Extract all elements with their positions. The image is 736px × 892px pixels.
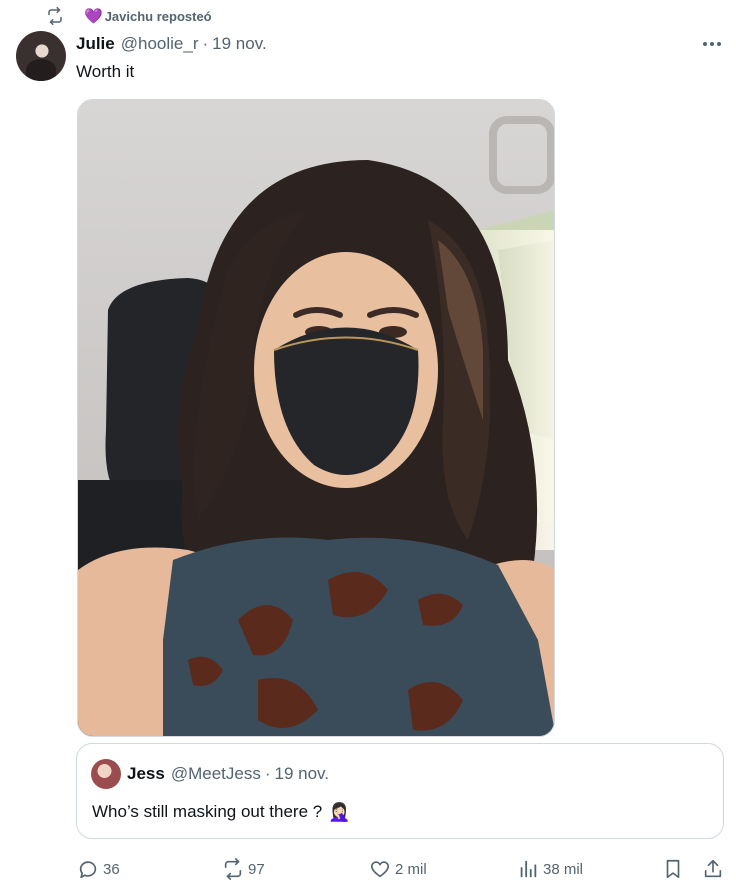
tweet-date[interactable]: 19 nov. — [212, 34, 267, 54]
tweet-text: Worth it — [76, 62, 135, 81]
author-handle[interactable]: @hoolie_r — [121, 34, 199, 54]
repost-count: 97 — [248, 860, 265, 878]
repost-label[interactable]: Javichu reposteó — [105, 9, 212, 24]
repost-action-icon — [222, 858, 244, 880]
avatar[interactable] — [16, 31, 66, 81]
header-separator: · — [202, 34, 209, 53]
quote-separator: · — [264, 764, 271, 783]
like-count: 2 mil — [395, 860, 427, 878]
views-icon — [517, 858, 539, 880]
repost-icon — [46, 7, 64, 25]
quote-date[interactable]: 19 nov. — [275, 764, 330, 784]
action-bar: 36 97 2 mil 38 mil — [0, 854, 736, 884]
more-icon[interactable] — [700, 34, 724, 54]
views-count: 38 mil — [543, 860, 584, 878]
like-button[interactable]: 2 mil — [369, 854, 427, 884]
facepalm-emoji: 🤦🏻‍♀️ — [328, 802, 351, 822]
author-name[interactable]: Julie — [76, 34, 115, 54]
tweet-image[interactable] — [77, 99, 555, 737]
tweet-header: Julie @hoolie_r · 19 nov. — [76, 33, 267, 55]
repost-button[interactable]: 97 — [222, 854, 265, 884]
share-button[interactable] — [702, 854, 724, 884]
reply-count: 36 — [103, 860, 120, 878]
quote-avatar[interactable] — [91, 759, 121, 789]
repost-banner: 💜 Javichu reposteó — [46, 6, 212, 26]
bookmark-button[interactable] — [662, 854, 684, 884]
quote-author-name[interactable]: Jess — [127, 764, 165, 784]
reply-button[interactable]: 36 — [77, 854, 120, 884]
heart-icon — [369, 858, 391, 880]
quote-text-row: Who’s still masking out there ? 🤦🏻‍♀️ — [92, 802, 351, 822]
quoted-tweet[interactable]: Jess @MeetJess · 19 nov. Who’s still mas… — [76, 743, 724, 839]
quote-author-handle[interactable]: @MeetJess — [171, 764, 261, 784]
bookmark-icon — [662, 858, 684, 880]
quote-text: Who’s still masking out there ? — [92, 802, 323, 821]
tweet[interactable]: 💜 Javichu reposteó Julie @hoolie_r · 19 … — [0, 0, 736, 892]
views-button[interactable]: 38 mil — [517, 854, 583, 884]
quote-header: Jess @MeetJess · 19 nov. — [127, 764, 329, 784]
reply-icon — [77, 858, 99, 880]
purple-heart-icon: 💜 — [84, 7, 103, 25]
share-icon — [702, 858, 724, 880]
